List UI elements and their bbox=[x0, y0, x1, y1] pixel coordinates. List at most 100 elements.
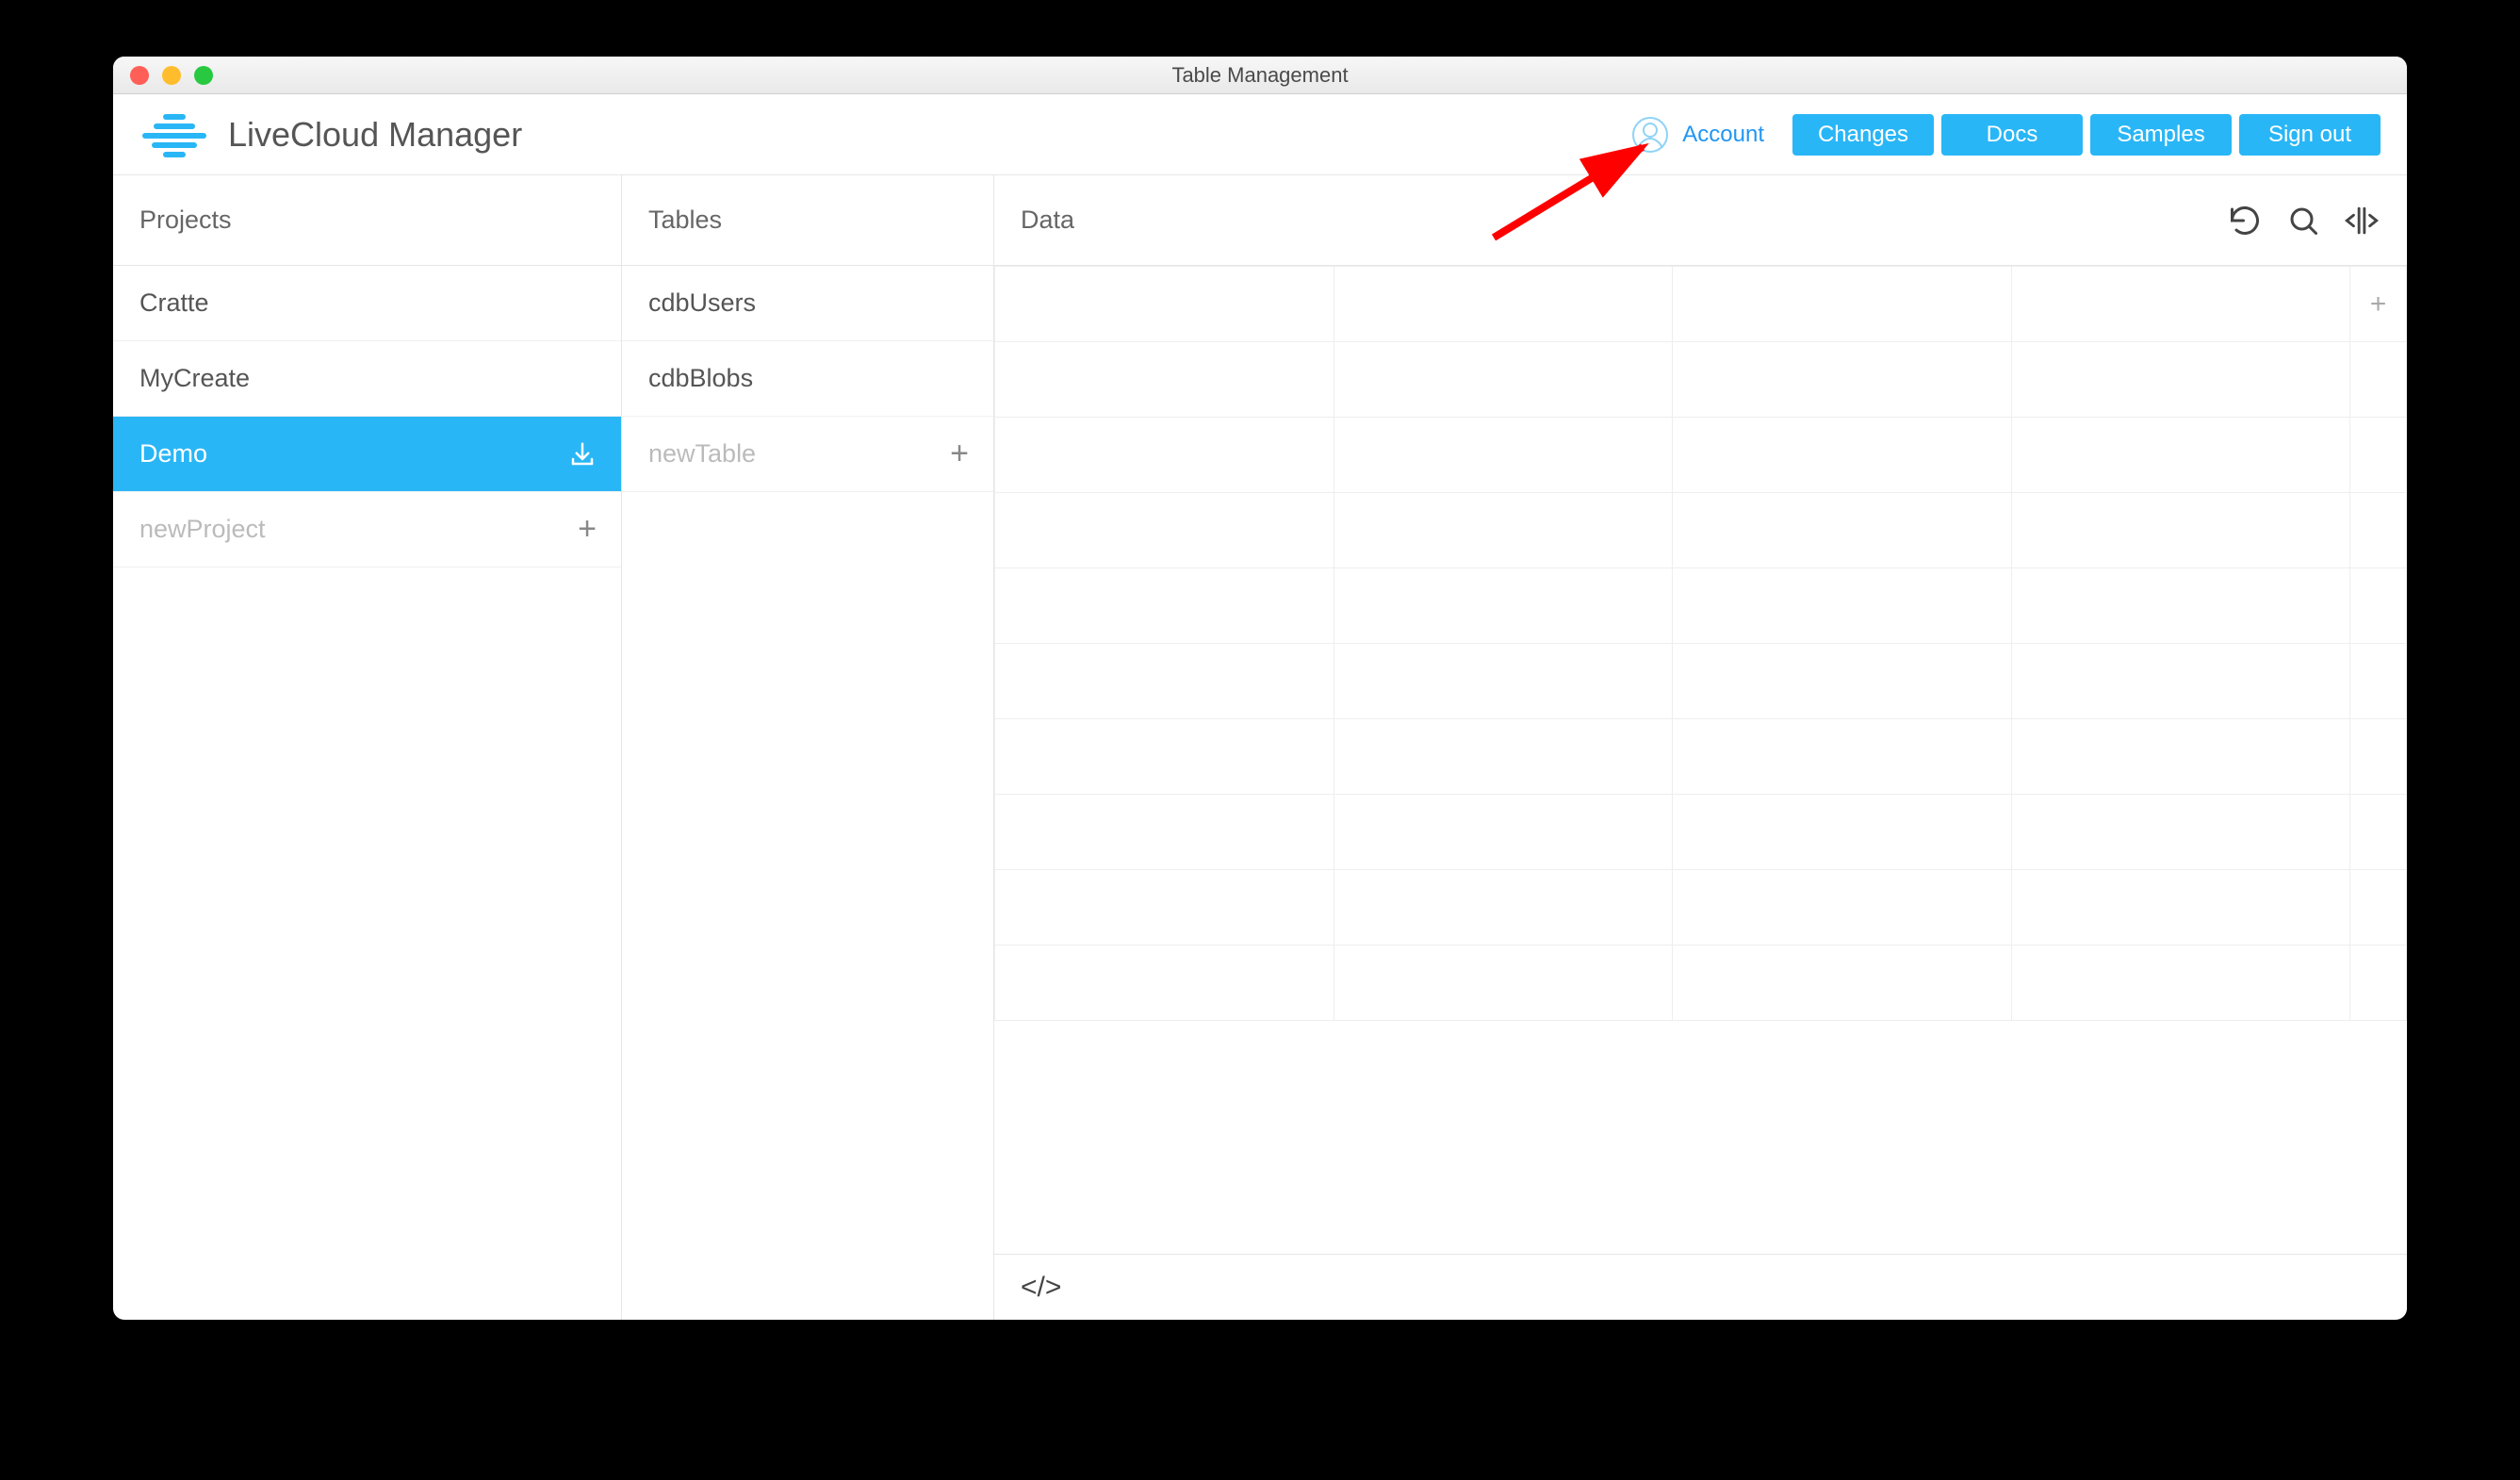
data-header: Data bbox=[994, 175, 2407, 266]
data-cell[interactable] bbox=[1334, 719, 1673, 795]
window-title: Table Management bbox=[113, 63, 2407, 88]
data-cell[interactable] bbox=[2011, 418, 2350, 493]
new-table-placeholder: newTable bbox=[648, 439, 756, 469]
data-cell[interactable] bbox=[2011, 644, 2350, 719]
account-area: Account Changes Docs Samples Sign out bbox=[1631, 114, 2381, 156]
data-cell[interactable] bbox=[1334, 644, 1673, 719]
changes-button[interactable]: Changes bbox=[1792, 114, 1934, 156]
data-toolbar bbox=[1074, 202, 2381, 239]
add-column-cell bbox=[2350, 870, 2407, 946]
download-icon[interactable] bbox=[568, 440, 597, 469]
new-project-placeholder: newProject bbox=[139, 515, 266, 544]
data-grid-scroll[interactable]: + bbox=[994, 266, 2407, 1254]
tables-header: Tables bbox=[622, 175, 993, 266]
app-header: LiveCloud Manager Account Changes Docs S… bbox=[113, 94, 2407, 175]
data-cell[interactable] bbox=[1673, 795, 2012, 870]
add-column-cell bbox=[2350, 418, 2407, 493]
account-icon[interactable] bbox=[1631, 116, 1669, 154]
search-icon[interactable] bbox=[2284, 202, 2322, 239]
projects-header: Projects bbox=[113, 175, 621, 266]
data-cell[interactable] bbox=[2011, 342, 2350, 418]
add-column-cell bbox=[2350, 568, 2407, 644]
app-window: Table Management LiveCloud Manager bbox=[113, 57, 2407, 1320]
project-name: Demo bbox=[139, 439, 207, 469]
logo-area: LiveCloud Manager bbox=[139, 111, 522, 158]
data-cell[interactable] bbox=[2011, 870, 2350, 946]
data-cell[interactable] bbox=[1334, 493, 1673, 568]
add-table-icon[interactable]: + bbox=[950, 436, 969, 472]
data-cell[interactable] bbox=[995, 644, 1334, 719]
add-project-icon[interactable]: + bbox=[578, 511, 597, 548]
samples-button[interactable]: Samples bbox=[2090, 114, 2232, 156]
data-cell[interactable] bbox=[995, 870, 1334, 946]
data-footer: </> bbox=[994, 1254, 2407, 1320]
data-cell[interactable] bbox=[995, 719, 1334, 795]
data-cell[interactable] bbox=[1673, 644, 2012, 719]
data-cell[interactable] bbox=[1673, 568, 2012, 644]
data-cell[interactable] bbox=[995, 342, 1334, 418]
data-cell[interactable] bbox=[1673, 946, 2012, 1021]
main-body: Projects Cratte MyCreate Demo bbox=[113, 175, 2407, 1320]
data-cell[interactable] bbox=[995, 267, 1334, 342]
add-column-cell bbox=[2350, 644, 2407, 719]
data-cell[interactable] bbox=[1673, 342, 2012, 418]
data-cell[interactable] bbox=[1673, 719, 2012, 795]
account-link[interactable]: Account bbox=[1682, 122, 1764, 148]
add-column-cell bbox=[2350, 493, 2407, 568]
new-table-row[interactable]: newTable + bbox=[622, 417, 993, 492]
data-cell[interactable] bbox=[1334, 418, 1673, 493]
projects-list: Cratte MyCreate Demo newProject bbox=[113, 266, 621, 1320]
data-cell[interactable] bbox=[1334, 870, 1673, 946]
data-cell[interactable] bbox=[1334, 342, 1673, 418]
docs-button[interactable]: Docs bbox=[1941, 114, 2083, 156]
add-column-cell bbox=[2350, 946, 2407, 1021]
data-cell[interactable] bbox=[995, 418, 1334, 493]
data-cell[interactable] bbox=[1673, 418, 2012, 493]
add-column-cell bbox=[2350, 719, 2407, 795]
table-name: cdbBlobs bbox=[648, 364, 753, 393]
data-cell[interactable] bbox=[2011, 795, 2350, 870]
data-cell[interactable] bbox=[995, 493, 1334, 568]
data-cell[interactable] bbox=[1334, 795, 1673, 870]
project-row[interactable]: Cratte bbox=[113, 266, 621, 341]
table-name: cdbUsers bbox=[648, 288, 756, 318]
data-cell[interactable] bbox=[1334, 568, 1673, 644]
signout-button[interactable]: Sign out bbox=[2239, 114, 2381, 156]
header-buttons: Changes Docs Samples Sign out bbox=[1792, 114, 2381, 156]
code-icon[interactable]: </> bbox=[1021, 1272, 1061, 1304]
project-row-selected[interactable]: Demo bbox=[113, 417, 621, 492]
data-title: Data bbox=[1021, 206, 1074, 235]
table-row[interactable]: cdbBlobs bbox=[622, 341, 993, 417]
data-cell[interactable] bbox=[995, 795, 1334, 870]
livecloud-logo-icon bbox=[139, 111, 209, 158]
data-cell[interactable] bbox=[1673, 493, 2012, 568]
table-row[interactable]: cdbUsers bbox=[622, 266, 993, 341]
add-column-cell bbox=[2350, 795, 2407, 870]
app-name: LiveCloud Manager bbox=[228, 115, 522, 155]
data-cell[interactable] bbox=[2011, 568, 2350, 644]
titlebar: Table Management bbox=[113, 57, 2407, 94]
tables-column: Tables cdbUsers cdbBlobs newTable + bbox=[622, 175, 994, 1320]
project-row[interactable]: MyCreate bbox=[113, 341, 621, 417]
data-cell[interactable] bbox=[1334, 946, 1673, 1021]
data-cell[interactable] bbox=[2011, 719, 2350, 795]
tables-list: cdbUsers cdbBlobs newTable + bbox=[622, 266, 993, 1320]
data-cell[interactable] bbox=[995, 568, 1334, 644]
split-columns-icon[interactable] bbox=[2343, 202, 2381, 239]
data-cell[interactable] bbox=[2011, 493, 2350, 568]
data-column: Data bbox=[994, 175, 2407, 1320]
data-cell[interactable] bbox=[1334, 267, 1673, 342]
project-name: Cratte bbox=[139, 288, 209, 318]
project-name: MyCreate bbox=[139, 364, 250, 393]
data-cell[interactable] bbox=[1673, 870, 2012, 946]
add-column-cell[interactable]: + bbox=[2350, 267, 2407, 342]
data-grid: + </> bbox=[994, 266, 2407, 1320]
data-cell[interactable] bbox=[2011, 946, 2350, 1021]
data-cell[interactable] bbox=[995, 946, 1334, 1021]
refresh-icon[interactable] bbox=[2226, 202, 2264, 239]
data-cell[interactable] bbox=[2011, 267, 2350, 342]
new-project-row[interactable]: newProject + bbox=[113, 492, 621, 567]
projects-column: Projects Cratte MyCreate Demo bbox=[113, 175, 622, 1320]
data-cell[interactable] bbox=[1673, 267, 2012, 342]
add-column-cell bbox=[2350, 342, 2407, 418]
